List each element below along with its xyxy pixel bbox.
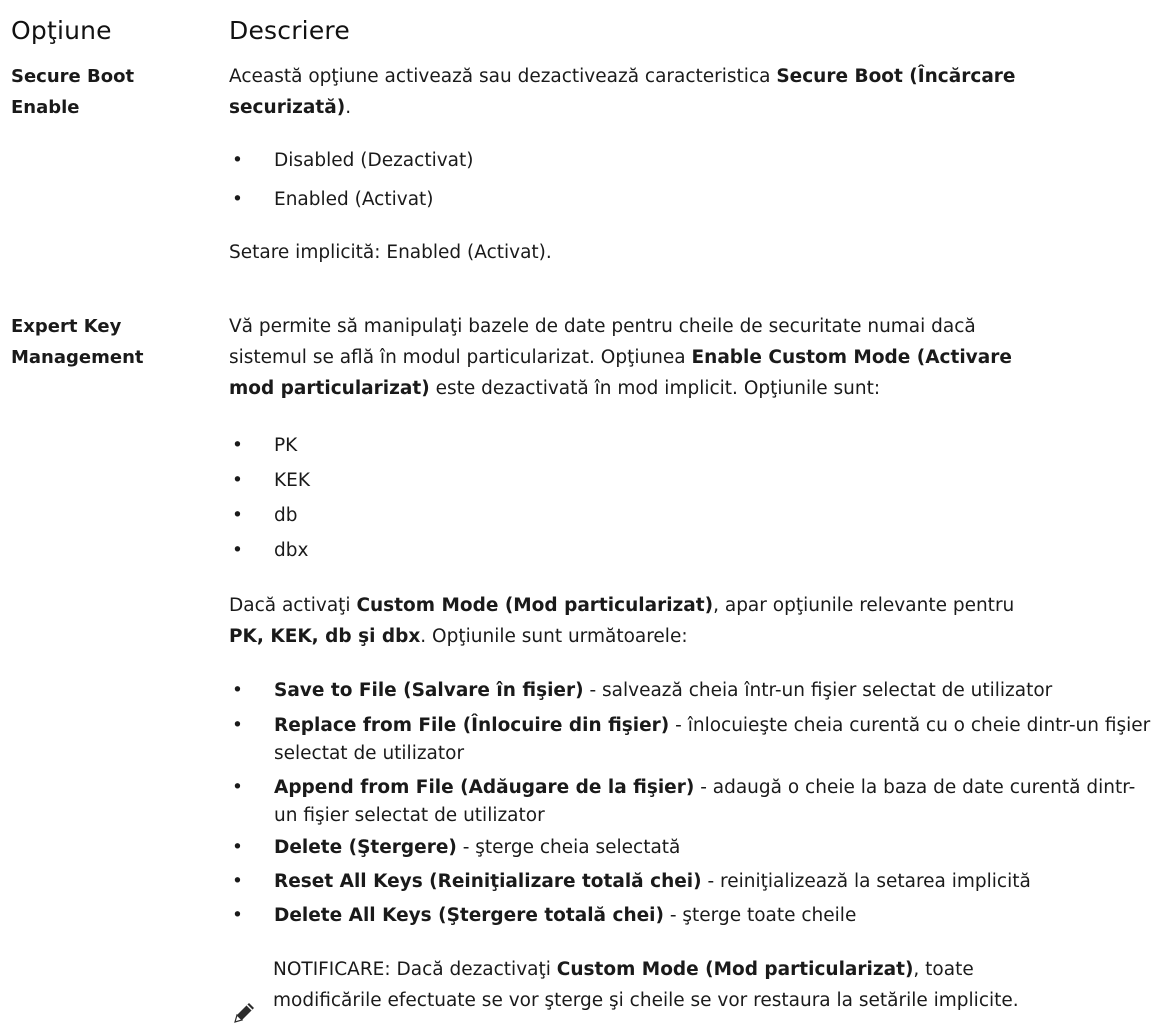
column-header-option: Opţiune [11,16,112,45]
note-text: NOTIFICARE: Dacă dezactivaţi Custom Mode… [273,959,1019,1011]
secure-boot-description: Această opţiune activează sau dezactivea… [229,66,1016,118]
column-header-description: Descriere [229,16,350,45]
option-name-expert-key: Expert Key Management [11,316,144,368]
custom-mode-description: Dacă activaţi Custom Mode (Mod particula… [229,595,1015,647]
expert-key-description: Vă permite să manipulaţi bazele de date … [229,316,1012,399]
secure-boot-default: Setare implicită: Enabled (Activat). [229,242,552,263]
pencil-note-icon [234,1003,254,1023]
option-name-secure-boot: Secure Boot Enable [11,66,135,118]
